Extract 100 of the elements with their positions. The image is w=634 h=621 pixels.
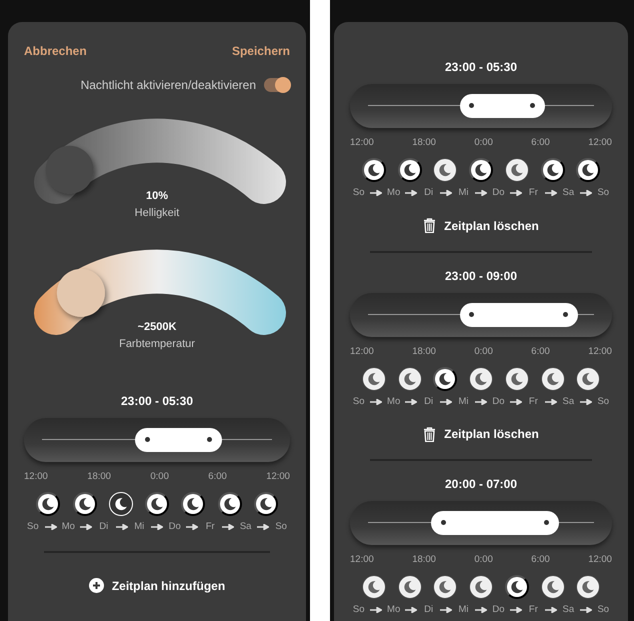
time-range-fill[interactable]: [460, 302, 578, 326]
day-label: So: [274, 520, 288, 534]
moon-icon: [474, 372, 488, 386]
axis-label: 12:00: [588, 136, 612, 150]
range-handle[interactable]: [563, 312, 568, 316]
moon-icon: [402, 580, 416, 594]
range-handle[interactable]: [544, 520, 550, 525]
range-handle[interactable]: [530, 103, 536, 108]
schedule-time: 20:00 - 07:00: [444, 476, 518, 493]
schedule-time: 23:00 - 09:00: [444, 268, 518, 284]
save-button[interactable]: Speichern: [232, 42, 290, 60]
range-handle[interactable]: [207, 437, 212, 442]
slider-thumb[interactable]: [56, 268, 105, 317]
day-label: Mo: [386, 394, 402, 409]
arrow-icon: [370, 398, 382, 405]
night-toggle[interactable]: [218, 492, 242, 516]
day-label: Di: [98, 520, 110, 534]
night-toggle[interactable]: [72, 492, 96, 516]
night-toggle[interactable]: [540, 575, 564, 600]
axis-label: 0:00: [150, 470, 169, 484]
night-toggle[interactable]: [398, 366, 422, 391]
axis-label: 6:00: [531, 344, 550, 358]
day-label: Mo: [386, 186, 402, 200]
night-toggle[interactable]: [469, 158, 493, 182]
time-range-fill[interactable]: [135, 428, 222, 452]
night-toggle[interactable]: [433, 158, 458, 182]
night-toggle[interactable]: [504, 158, 529, 182]
night-toggle[interactable]: [576, 158, 600, 182]
brightness-slider-track[interactable]: [34, 118, 286, 204]
day-label: Fr: [528, 603, 539, 618]
night-toggle[interactable]: [576, 366, 600, 391]
day-label: Do: [168, 520, 182, 534]
time-range-track[interactable]: [24, 418, 290, 462]
range-handle[interactable]: [440, 520, 446, 525]
time-range-track[interactable]: [350, 501, 612, 545]
night-toggle[interactable]: [145, 492, 169, 516]
slider-thumb[interactable]: [46, 146, 94, 194]
arrow-icon: [510, 190, 522, 196]
moon-icon: [366, 372, 381, 386]
night-toggle[interactable]: [504, 575, 529, 600]
axis-label: 18:00: [412, 344, 436, 358]
time-range-track[interactable]: [350, 84, 612, 128]
range-handle[interactable]: [144, 437, 150, 442]
night-toggle[interactable]: [504, 366, 529, 391]
night-toggle[interactable]: [433, 575, 458, 600]
arrow-icon: [580, 607, 592, 614]
moon-icon: [186, 497, 200, 512]
moon-icon: [438, 580, 452, 594]
night-toggle[interactable]: [181, 492, 206, 516]
moon-icon: [474, 163, 488, 178]
night-toggle[interactable]: [540, 366, 564, 391]
cancel-button[interactable]: Abbrechen: [24, 42, 87, 60]
night-toggle[interactable]: [398, 575, 422, 600]
night-toggle[interactable]: [469, 575, 493, 600]
arrow-icon: [544, 607, 557, 614]
night-toggle[interactable]: [36, 492, 60, 516]
slider-label: Helligkeit: [134, 206, 180, 220]
toggle-switch[interactable]: [264, 78, 290, 92]
axis-label: 12:00: [588, 344, 612, 358]
day-label: So: [596, 394, 610, 409]
day-label: Mi: [458, 186, 470, 200]
time-range-fill[interactable]: [431, 511, 559, 535]
arrow-icon: [510, 398, 522, 405]
day-label: Sa: [562, 186, 576, 200]
day-label: Mi: [458, 394, 470, 409]
arrow-icon: [440, 190, 452, 196]
moon-icon: [438, 372, 452, 386]
night-toggle[interactable]: [254, 492, 278, 516]
moon-icon: [546, 163, 560, 178]
moon-icon: [366, 580, 381, 594]
night-toggle[interactable]: [362, 575, 386, 600]
arrow-icon: [186, 524, 198, 530]
time-range-fill[interactable]: [460, 94, 545, 118]
day-label: Di: [423, 603, 434, 618]
night-toggle[interactable]: [576, 575, 600, 600]
moon-icon: [41, 497, 56, 512]
add-schedule-button[interactable]: Zeitplan hinzufügen: [88, 576, 226, 594]
moon-icon: [510, 163, 524, 178]
moon-icon: [546, 372, 560, 386]
night-toggle[interactable]: [362, 366, 386, 391]
range-handle[interactable]: [469, 103, 474, 108]
night-toggle[interactable]: [433, 366, 458, 391]
night-toggle[interactable]: [362, 158, 386, 182]
axis-label: 6:00: [531, 553, 550, 567]
axis-label: 18:00: [412, 553, 436, 567]
moon-icon: [114, 497, 128, 512]
delete-schedule-button[interactable]: Zeitplan löschen: [423, 216, 539, 234]
axis-label: 12:00: [588, 553, 612, 567]
night-toggle[interactable]: [398, 158, 422, 182]
range-handle[interactable]: [469, 312, 474, 316]
night-toggle[interactable]: [540, 158, 564, 182]
axis-label: 0:00: [474, 344, 493, 358]
color-temperature-slider-track[interactable]: [34, 250, 286, 335]
time-range-track[interactable]: [350, 292, 612, 336]
day-label: Mo: [386, 603, 402, 618]
delete-schedule-button[interactable]: Zeitplan löschen: [423, 425, 539, 443]
night-toggle[interactable]: [469, 366, 493, 391]
day-label: So: [596, 186, 610, 200]
slider-value: 10%: [144, 189, 170, 204]
day-label: Di: [423, 394, 434, 409]
